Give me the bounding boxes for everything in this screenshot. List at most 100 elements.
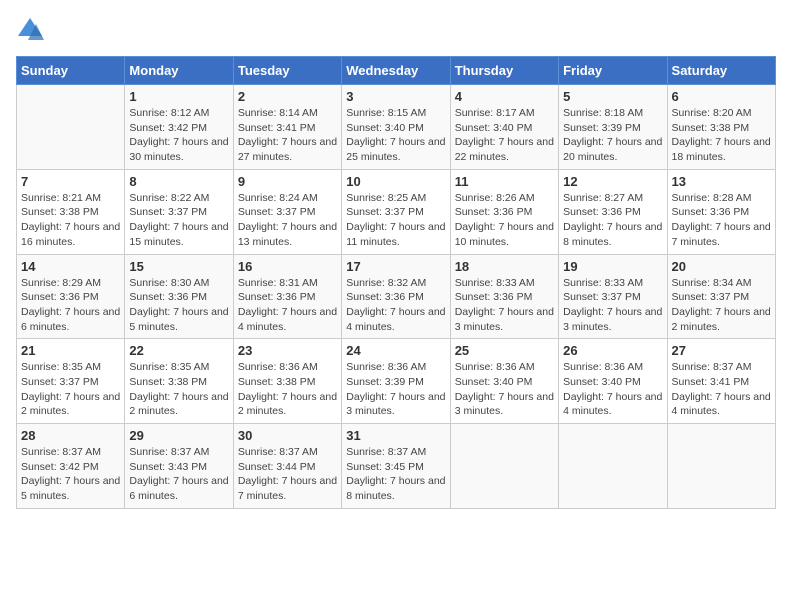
- day-info: Sunrise: 8:18 AM Sunset: 3:39 PM Dayligh…: [563, 106, 662, 165]
- week-row-2: 7 Sunrise: 8:21 AM Sunset: 3:38 PM Daylig…: [17, 169, 776, 254]
- day-number: 12: [563, 174, 662, 189]
- day-info: Sunrise: 8:37 AM Sunset: 3:45 PM Dayligh…: [346, 445, 445, 504]
- header-day-wednesday: Wednesday: [342, 57, 450, 85]
- day-number: 5: [563, 89, 662, 104]
- calendar-cell: 5 Sunrise: 8:18 AM Sunset: 3:39 PM Daylig…: [559, 85, 667, 170]
- calendar-cell: 14Sunrise: 8:29 AM Sunset: 3:36 PM Dayli…: [17, 254, 125, 339]
- day-info: Sunrise: 8:28 AM Sunset: 3:36 PM Dayligh…: [672, 191, 771, 250]
- calendar-cell: 9 Sunrise: 8:24 AM Sunset: 3:37 PM Daylig…: [233, 169, 341, 254]
- day-info: Sunrise: 8:33 AM Sunset: 3:37 PM Dayligh…: [563, 276, 662, 335]
- header-day-tuesday: Tuesday: [233, 57, 341, 85]
- day-info: Sunrise: 8:32 AM Sunset: 3:36 PM Dayligh…: [346, 276, 445, 335]
- day-number: 11: [455, 174, 554, 189]
- calendar-cell: 15 Sunrise: 8:30 AM Sunset: 3:36 PM Dayli…: [125, 254, 233, 339]
- day-info: Sunrise: 8:26 AM Sunset: 3:36 PM Dayligh…: [455, 191, 554, 250]
- day-number: 4: [455, 89, 554, 104]
- logo: [16, 16, 48, 44]
- week-row-3: 14Sunrise: 8:29 AM Sunset: 3:36 PM Dayli…: [17, 254, 776, 339]
- day-number: 1: [129, 89, 228, 104]
- calendar-cell: 7 Sunrise: 8:21 AM Sunset: 3:38 PM Daylig…: [17, 169, 125, 254]
- calendar-header: SundayMondayTuesdayWednesdayThursdayFrid…: [17, 57, 776, 85]
- header-day-saturday: Saturday: [667, 57, 775, 85]
- header-day-monday: Monday: [125, 57, 233, 85]
- day-number: 29: [129, 428, 228, 443]
- day-info: Sunrise: 8:24 AM Sunset: 3:37 PM Dayligh…: [238, 191, 337, 250]
- day-info: Sunrise: 8:31 AM Sunset: 3:36 PM Dayligh…: [238, 276, 337, 335]
- header-day-thursday: Thursday: [450, 57, 558, 85]
- day-info: Sunrise: 8:29 AM Sunset: 3:36 PM Dayligh…: [21, 276, 120, 335]
- day-number: 9: [238, 174, 337, 189]
- day-info: Sunrise: 8:35 AM Sunset: 3:38 PM Dayligh…: [129, 360, 228, 419]
- calendar-cell: 30 Sunrise: 8:37 AM Sunset: 3:44 PM Dayli…: [233, 424, 341, 509]
- logo-icon: [16, 16, 44, 44]
- calendar-cell: 31 Sunrise: 8:37 AM Sunset: 3:45 PM Dayli…: [342, 424, 450, 509]
- calendar-cell: [450, 424, 558, 509]
- day-info: Sunrise: 8:36 AM Sunset: 3:39 PM Dayligh…: [346, 360, 445, 419]
- week-row-1: 1Sunrise: 8:12 AM Sunset: 3:42 PM Daylig…: [17, 85, 776, 170]
- calendar-cell: 11 Sunrise: 8:26 AM Sunset: 3:36 PM Dayli…: [450, 169, 558, 254]
- day-info: Sunrise: 8:37 AM Sunset: 3:42 PM Dayligh…: [21, 445, 120, 504]
- day-number: 23: [238, 343, 337, 358]
- day-number: 22: [129, 343, 228, 358]
- day-number: 15: [129, 259, 228, 274]
- calendar-cell: 24 Sunrise: 8:36 AM Sunset: 3:39 PM Dayli…: [342, 339, 450, 424]
- day-info: Sunrise: 8:21 AM Sunset: 3:38 PM Dayligh…: [21, 191, 120, 250]
- day-info: Sunrise: 8:14 AM Sunset: 3:41 PM Dayligh…: [238, 106, 337, 165]
- calendar-cell: 19Sunrise: 8:33 AM Sunset: 3:37 PM Dayli…: [559, 254, 667, 339]
- calendar-cell: 22 Sunrise: 8:35 AM Sunset: 3:38 PM Dayli…: [125, 339, 233, 424]
- day-info: Sunrise: 8:25 AM Sunset: 3:37 PM Dayligh…: [346, 191, 445, 250]
- calendar-cell: 20Sunrise: 8:34 AM Sunset: 3:37 PM Dayli…: [667, 254, 775, 339]
- calendar-cell: 17Sunrise: 8:32 AM Sunset: 3:36 PM Dayli…: [342, 254, 450, 339]
- header-day-friday: Friday: [559, 57, 667, 85]
- day-info: Sunrise: 8:33 AM Sunset: 3:36 PM Dayligh…: [455, 276, 554, 335]
- calendar-cell: 26Sunrise: 8:36 AM Sunset: 3:40 PM Dayli…: [559, 339, 667, 424]
- day-number: 25: [455, 343, 554, 358]
- calendar-cell: 16 Sunrise: 8:31 AM Sunset: 3:36 PM Dayli…: [233, 254, 341, 339]
- calendar-cell: [667, 424, 775, 509]
- day-number: 31: [346, 428, 445, 443]
- week-row-4: 21 Sunrise: 8:35 AM Sunset: 3:37 PM Dayli…: [17, 339, 776, 424]
- header-day-sunday: Sunday: [17, 57, 125, 85]
- calendar-cell: 25 Sunrise: 8:36 AM Sunset: 3:40 PM Dayli…: [450, 339, 558, 424]
- day-info: Sunrise: 8:37 AM Sunset: 3:41 PM Dayligh…: [672, 360, 771, 419]
- day-number: 18: [455, 259, 554, 274]
- day-number: 28: [21, 428, 120, 443]
- calendar-cell: 1Sunrise: 8:12 AM Sunset: 3:42 PM Daylig…: [125, 85, 233, 170]
- day-number: 24: [346, 343, 445, 358]
- day-info: Sunrise: 8:35 AM Sunset: 3:37 PM Dayligh…: [21, 360, 120, 419]
- calendar-cell: 3 Sunrise: 8:15 AM Sunset: 3:40 PM Daylig…: [342, 85, 450, 170]
- calendar-cell: 27 Sunrise: 8:37 AM Sunset: 3:41 PM Dayli…: [667, 339, 775, 424]
- calendar-cell: 21 Sunrise: 8:35 AM Sunset: 3:37 PM Dayli…: [17, 339, 125, 424]
- day-number: 3: [346, 89, 445, 104]
- day-info: Sunrise: 8:37 AM Sunset: 3:43 PM Dayligh…: [129, 445, 228, 504]
- day-info: Sunrise: 8:36 AM Sunset: 3:40 PM Dayligh…: [455, 360, 554, 419]
- day-number: 6: [672, 89, 771, 104]
- day-number: 27: [672, 343, 771, 358]
- calendar-cell: 29 Sunrise: 8:37 AM Sunset: 3:43 PM Dayli…: [125, 424, 233, 509]
- page-header: [16, 16, 776, 44]
- day-number: 7: [21, 174, 120, 189]
- header-row: SundayMondayTuesdayWednesdayThursdayFrid…: [17, 57, 776, 85]
- calendar-cell: 28 Sunrise: 8:37 AM Sunset: 3:42 PM Dayli…: [17, 424, 125, 509]
- calendar-body: 1Sunrise: 8:12 AM Sunset: 3:42 PM Daylig…: [17, 85, 776, 509]
- calendar-cell: 13Sunrise: 8:28 AM Sunset: 3:36 PM Dayli…: [667, 169, 775, 254]
- calendar-cell: 10Sunrise: 8:25 AM Sunset: 3:37 PM Dayli…: [342, 169, 450, 254]
- day-number: 30: [238, 428, 337, 443]
- day-info: Sunrise: 8:36 AM Sunset: 3:38 PM Dayligh…: [238, 360, 337, 419]
- day-info: Sunrise: 8:27 AM Sunset: 3:36 PM Dayligh…: [563, 191, 662, 250]
- calendar-cell: 8Sunrise: 8:22 AM Sunset: 3:37 PM Daylig…: [125, 169, 233, 254]
- calendar-cell: 4 Sunrise: 8:17 AM Sunset: 3:40 PM Daylig…: [450, 85, 558, 170]
- calendar-table: SundayMondayTuesdayWednesdayThursdayFrid…: [16, 56, 776, 509]
- calendar-cell: 18 Sunrise: 8:33 AM Sunset: 3:36 PM Dayli…: [450, 254, 558, 339]
- calendar-cell: [17, 85, 125, 170]
- day-number: 21: [21, 343, 120, 358]
- day-info: Sunrise: 8:15 AM Sunset: 3:40 PM Dayligh…: [346, 106, 445, 165]
- day-number: 16: [238, 259, 337, 274]
- calendar-cell: 23 Sunrise: 8:36 AM Sunset: 3:38 PM Dayli…: [233, 339, 341, 424]
- day-number: 26: [563, 343, 662, 358]
- calendar-cell: 12 Sunrise: 8:27 AM Sunset: 3:36 PM Dayli…: [559, 169, 667, 254]
- day-info: Sunrise: 8:17 AM Sunset: 3:40 PM Dayligh…: [455, 106, 554, 165]
- day-info: Sunrise: 8:37 AM Sunset: 3:44 PM Dayligh…: [238, 445, 337, 504]
- calendar-cell: 2Sunrise: 8:14 AM Sunset: 3:41 PM Daylig…: [233, 85, 341, 170]
- day-info: Sunrise: 8:30 AM Sunset: 3:36 PM Dayligh…: [129, 276, 228, 335]
